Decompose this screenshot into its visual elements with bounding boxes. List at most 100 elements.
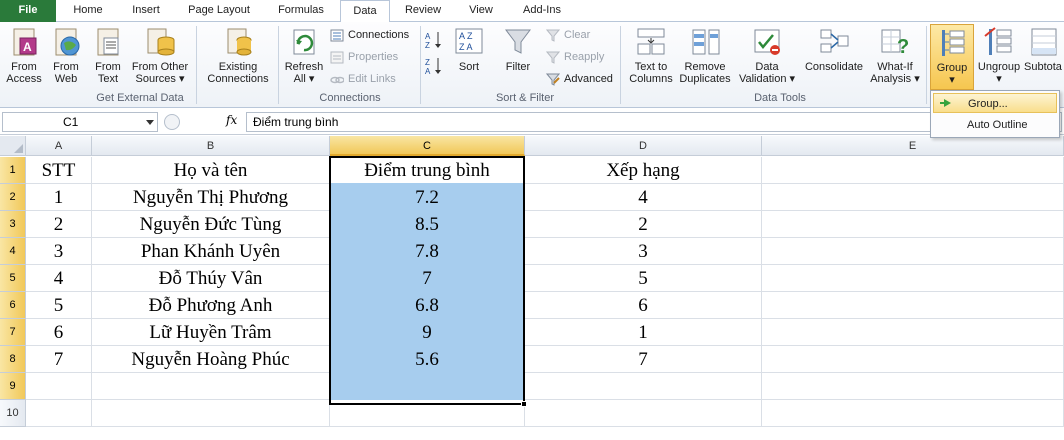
cell-c4[interactable]: 7.8 [330,238,525,265]
cell-d10[interactable] [525,400,762,427]
name-box[interactable]: C1 [2,112,158,132]
tab-file[interactable]: File [0,0,56,22]
cell-a4[interactable]: 3 [26,238,92,265]
cell-b5[interactable]: Đỗ Thúy Vân [92,265,330,292]
row-header-9[interactable]: 9 [0,373,26,400]
cell-e7[interactable] [762,319,1064,346]
cell-a1[interactable]: STT [26,157,92,184]
sort-ascending-button[interactable]: AZ [424,30,444,53]
remove-duplicates-button[interactable]: Remove Duplicates [676,26,734,85]
cell-c9[interactable] [330,373,525,400]
row-header-8[interactable]: 8 [0,346,26,373]
cell-e5[interactable] [762,265,1064,292]
cell-d1[interactable]: Xếp hạng [525,157,762,184]
row-header-7[interactable]: 7 [0,319,26,346]
fill-handle[interactable] [521,401,527,407]
subtotal-button[interactable]: Subtota [1024,26,1064,73]
cell-b4[interactable]: Phan Khánh Uyên [92,238,330,265]
reapply-button[interactable]: Reapply [545,48,604,66]
clear-button[interactable]: Clear [545,26,590,44]
tab-review[interactable]: Review [394,0,452,22]
edit-links-button[interactable]: Edit Links [330,70,396,88]
cell-b2[interactable]: Nguyễn Thị Phương [92,184,330,211]
cell-b7[interactable]: Lữ Huyền Trâm [92,319,330,346]
ungroup-button[interactable]: Ungroup ▾ [976,26,1022,85]
from-other-sources-button[interactable]: From Other Sources ▾ [128,26,192,85]
refresh-all-button[interactable]: Refresh All ▾ [282,26,326,85]
cell-b10[interactable] [92,400,330,427]
cell-c3[interactable]: 8.5 [330,211,525,238]
cell-a3[interactable]: 2 [26,211,92,238]
cell-e6[interactable] [762,292,1064,319]
cell-e8[interactable] [762,346,1064,373]
chevron-down-icon[interactable] [146,120,154,125]
tab-add-ins[interactable]: Add-Ins [510,0,574,22]
connections-button[interactable]: Connections [330,26,409,44]
what-if-analysis-button[interactable]: ? What-If Analysis ▾ [866,26,924,85]
cell-a5[interactable]: 4 [26,265,92,292]
from-access-button[interactable]: A From Access [4,26,44,85]
data-validation-button[interactable]: Data Validation ▾ [734,26,800,85]
cell-a10[interactable] [26,400,92,427]
cell-e4[interactable] [762,238,1064,265]
cell-e2[interactable] [762,184,1064,211]
tab-formulas[interactable]: Formulas [266,0,336,22]
column-header-e[interactable]: E [762,136,1064,156]
filter-button[interactable]: Filter [500,26,536,73]
cell-e10[interactable] [762,400,1064,427]
cell-a6[interactable]: 5 [26,292,92,319]
cell-d9[interactable] [525,373,762,400]
cell-b1[interactable]: Họ và tên [92,157,330,184]
cell-c7[interactable]: 9 [330,319,525,346]
row-header-1[interactable]: 1 [0,157,26,184]
cell-d6[interactable]: 6 [525,292,762,319]
cell-b8[interactable]: Nguyễn Hoàng Phúc [92,346,330,373]
cell-c10[interactable] [330,400,525,427]
cell-d8[interactable]: 7 [525,346,762,373]
cell-c8[interactable]: 5.6 [330,346,525,373]
cell-b9[interactable] [92,373,330,400]
expand-handle[interactable] [164,114,180,130]
cell-d3[interactable]: 2 [525,211,762,238]
cell-d4[interactable]: 3 [525,238,762,265]
existing-connections-button[interactable]: Existing Connections [202,26,274,85]
insert-function-icon[interactable]: fx [226,113,237,127]
cell-a2[interactable]: 1 [26,184,92,211]
column-header-d[interactable]: D [525,136,762,156]
cell-a7[interactable]: 6 [26,319,92,346]
cell-a9[interactable] [26,373,92,400]
row-header-6[interactable]: 6 [0,292,26,319]
from-web-button[interactable]: From Web [46,26,86,85]
cell-d7[interactable]: 1 [525,319,762,346]
tab-home[interactable]: Home [60,0,116,22]
from-text-button[interactable]: From Text [88,26,128,85]
row-header-4[interactable]: 4 [0,238,26,265]
column-header-c[interactable]: C [330,136,525,156]
menu-item-auto-outline[interactable]: Auto Outline [933,115,1057,135]
cell-c2[interactable]: 7.2 [330,184,525,211]
row-header-2[interactable]: 2 [0,184,26,211]
column-header-a[interactable]: A [26,136,92,156]
text-to-columns-button[interactable]: Text to Columns [626,26,676,85]
cell-c1[interactable]: Điểm trung bình [330,157,525,184]
advanced-button[interactable]: Advanced [545,70,613,88]
tab-data[interactable]: Data [340,0,390,23]
tab-view[interactable]: View [456,0,506,22]
tab-page-layout[interactable]: Page Layout [176,0,262,22]
cell-e3[interactable] [762,211,1064,238]
consolidate-button[interactable]: Consolidate [800,26,868,73]
menu-item-group[interactable]: Group... [933,93,1057,113]
cell-d2[interactable]: 4 [525,184,762,211]
row-header-3[interactable]: 3 [0,211,26,238]
column-header-b[interactable]: B [92,136,330,156]
select-all-corner[interactable] [0,136,26,156]
cell-b6[interactable]: Đỗ Phương Anh [92,292,330,319]
row-header-10[interactable]: 10 [0,400,26,427]
cell-d5[interactable]: 5 [525,265,762,292]
properties-button[interactable]: Properties [330,48,398,66]
cell-c5[interactable]: 7 [330,265,525,292]
cell-a8[interactable]: 7 [26,346,92,373]
sort-button[interactable]: A ZZ A Sort [452,26,486,73]
row-header-5[interactable]: 5 [0,265,26,292]
sort-descending-button[interactable]: ZA [424,56,444,79]
